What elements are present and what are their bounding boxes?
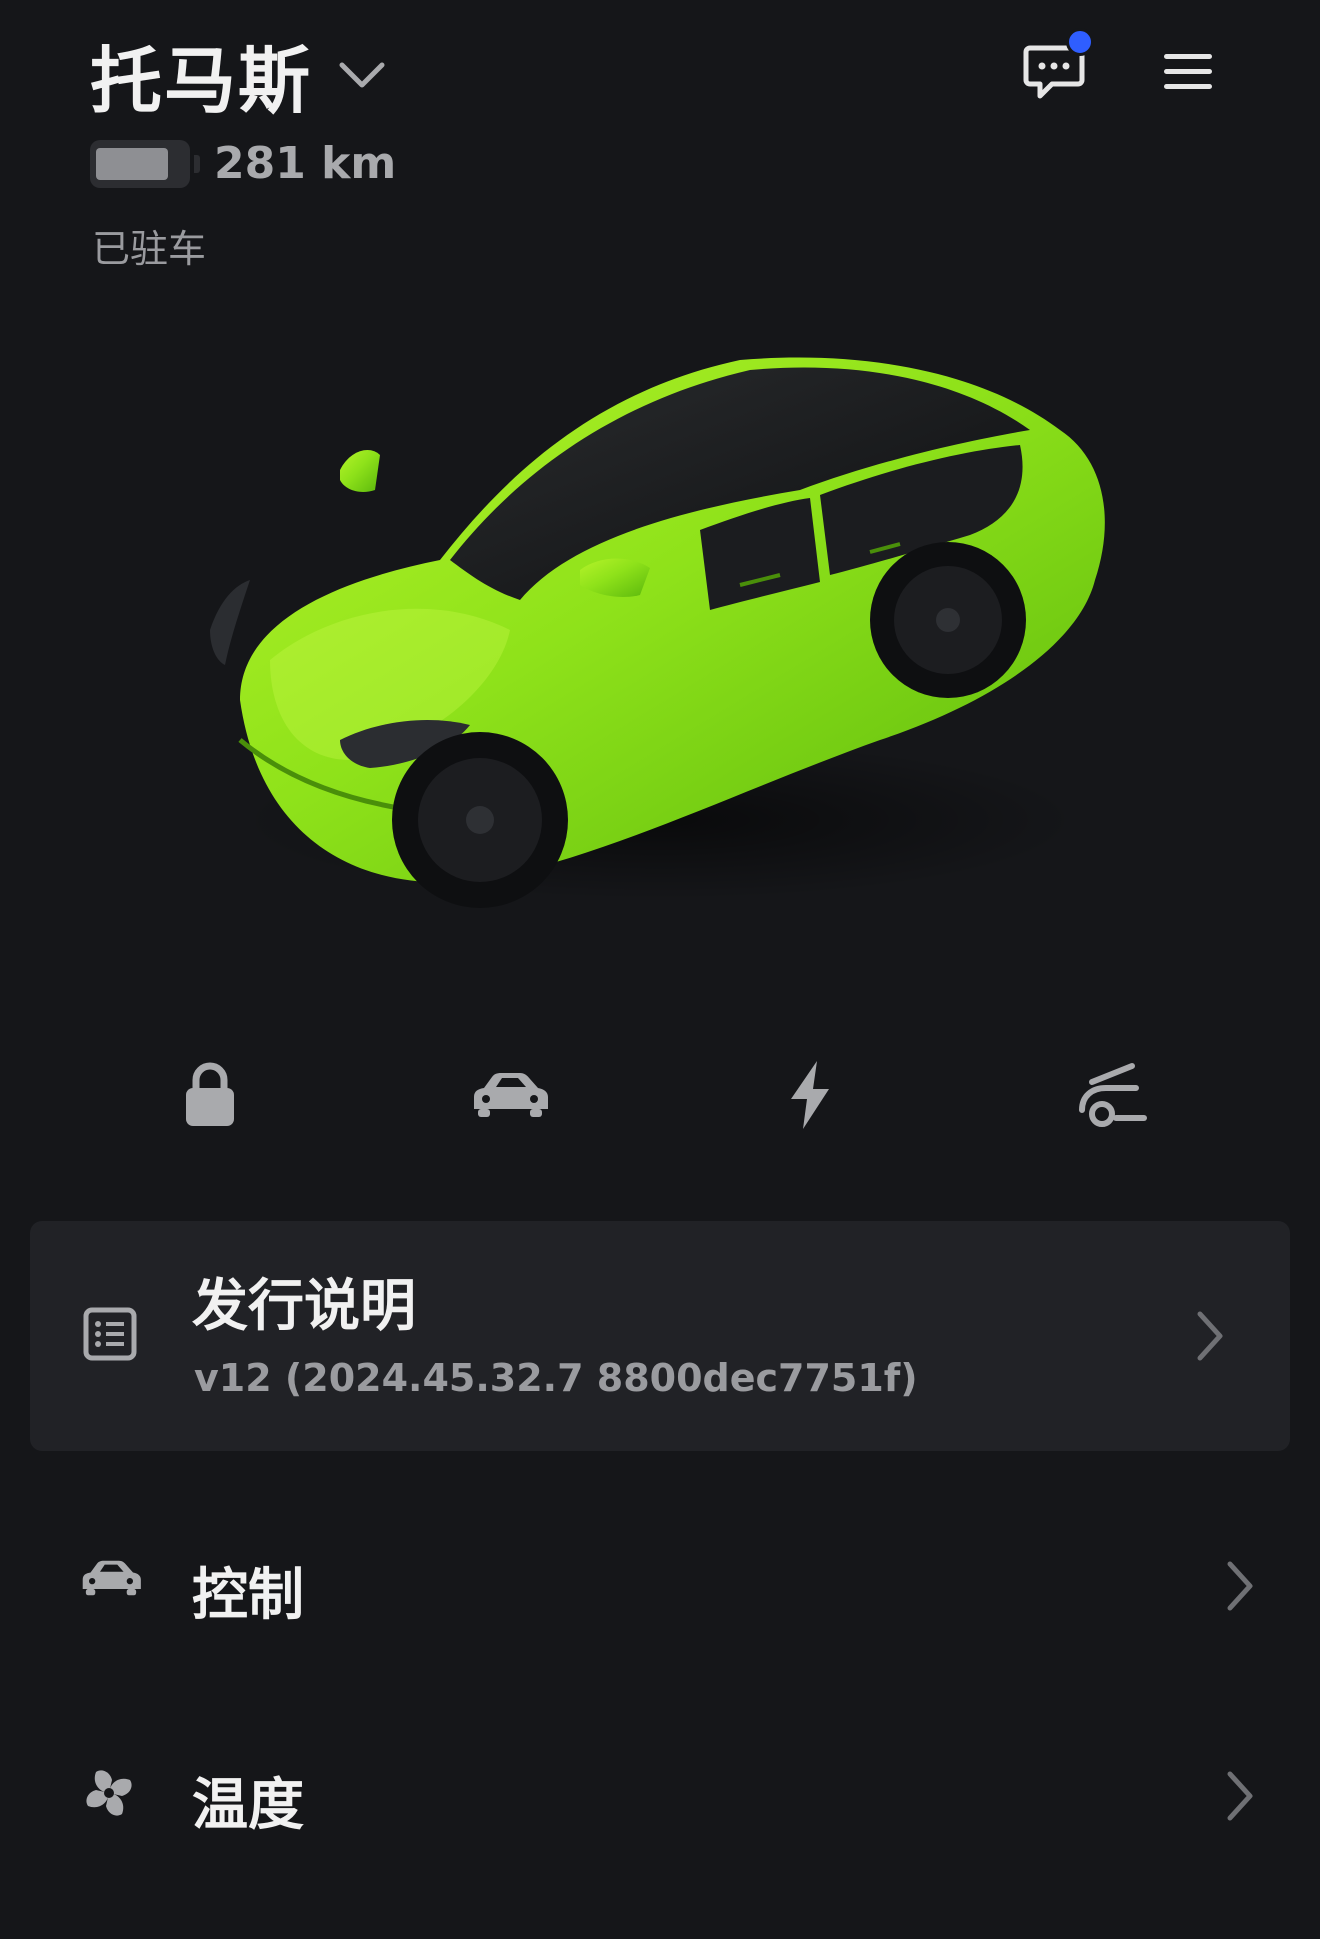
tesla-app-home: 托马斯 281 km 已驻车 发行说明 v12 (2024.45.32.7 88… [0,0,1320,1939]
chevron-down-icon [339,62,385,87]
quick-actions-bar [0,1050,1320,1140]
menu-label-climate: 温度 [192,1773,304,1838]
list-document-icon [83,1307,137,1361]
range-text: 281 km [214,138,397,189]
fan-icon [86,1770,132,1816]
menu-button[interactable] [1156,40,1220,104]
battery-indicator [90,139,200,188]
software-version: v12 (2024.45.32.7 8800dec7751f) [194,1356,918,1400]
climate-car-button[interactable] [460,1050,560,1140]
frunk-button[interactable] [1060,1050,1160,1140]
lock-icon [186,1062,234,1126]
car-open-frunk-icon [1079,1063,1147,1127]
car-fan-icon [474,1073,548,1117]
chevron-right-icon [1227,1771,1253,1821]
messages-button[interactable] [1022,28,1094,104]
hamburger-menu-icon [1164,54,1212,89]
header-actions [1022,28,1220,104]
vehicle-selector[interactable]: 托马斯 [90,22,390,127]
chevron-right-icon [1227,1561,1253,1611]
vehicle-status: 已驻车 [92,227,207,271]
battery-cap [194,154,200,173]
release-notes-title: 发行说明 [192,1274,416,1339]
chevron-right-icon [1197,1311,1223,1361]
vehicle-name: 托马斯 [90,39,313,123]
battery-row: 281 km [90,138,396,189]
battery-fill [96,147,168,180]
lock-button[interactable] [160,1050,260,1140]
menu-label-controls: 控制 [192,1563,304,1628]
menu-item-climate[interactable]: 温度 [0,1724,1320,1864]
charging-button[interactable] [760,1050,860,1140]
car-icon [82,1560,141,1596]
notification-dot [1066,28,1094,56]
release-notes-card[interactable]: 发行说明 v12 (2024.45.32.7 8800dec7751f) [30,1221,1290,1451]
menu-item-controls[interactable]: 控制 [0,1514,1320,1654]
lightning-bolt-icon [791,1061,829,1129]
car-image [210,357,1105,908]
